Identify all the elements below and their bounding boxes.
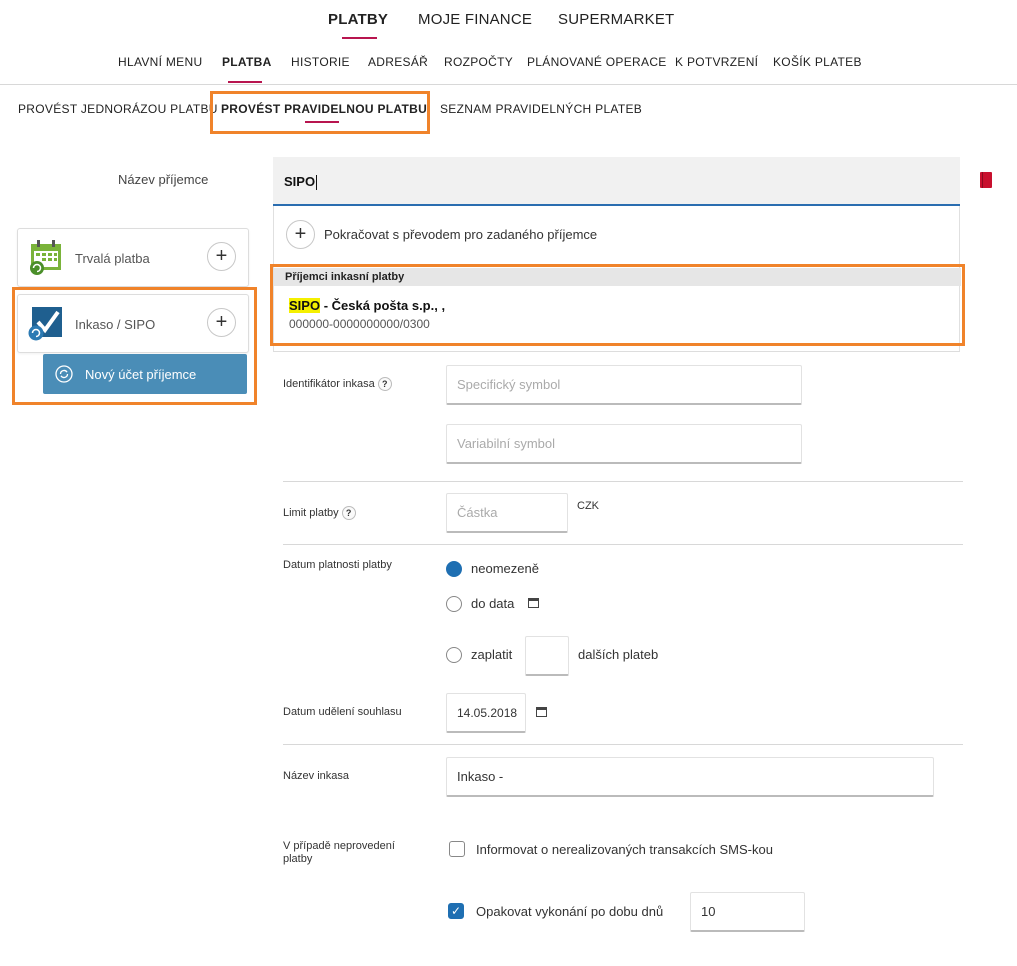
- divider: [283, 544, 963, 545]
- calendar-icon[interactable]: [536, 707, 547, 717]
- top-nav-moje-finance[interactable]: MOJE FINANCE: [418, 11, 532, 28]
- amount-input[interactable]: Částka: [446, 493, 568, 533]
- limit-label-text: Limit platby: [283, 506, 339, 519]
- limit-label: Limit platby?: [283, 506, 356, 520]
- sub-nav-rozpocty[interactable]: ROZPOČTY: [444, 55, 513, 69]
- tab-one-time-payment[interactable]: PROVÉST JEDNORÁZOU PLATBU: [18, 102, 218, 116]
- sub-nav-kosik-plateb[interactable]: KOŠÍK PLATEB: [773, 55, 862, 69]
- top-nav-platby[interactable]: PLATBY: [328, 11, 388, 28]
- currency-label: CZK: [577, 500, 599, 512]
- plus-icon[interactable]: +: [207, 242, 236, 271]
- repeat-checkbox[interactable]: ✓: [448, 903, 464, 919]
- sms-checkbox[interactable]: [449, 841, 465, 857]
- calendar-icon: [30, 240, 61, 275]
- divider: [283, 481, 963, 482]
- top-nav: PLATBY MOJE FINANCE SUPERMARKET: [0, 0, 1017, 42]
- text-caret: [316, 175, 318, 191]
- identifier-label-text: Identifikátor inkasa: [283, 377, 375, 390]
- variable-symbol-input[interactable]: Variabilní symbol: [446, 424, 802, 464]
- sms-checkbox-label: Informovat o nerealizovaných transakcích…: [476, 842, 773, 857]
- failure-label: V případě neprovedení platby: [283, 840, 395, 865]
- standing-order-label: Trvalá platba: [75, 251, 150, 266]
- radio-until-date[interactable]: [446, 596, 462, 612]
- recipient-input[interactable]: SIPO: [273, 157, 960, 206]
- radio-pay-count-label: zaplatit: [471, 647, 513, 662]
- calendar-icon[interactable]: [528, 598, 539, 608]
- tab-regular-payments-list[interactable]: SEZNAM PRAVIDELNÝCH PLATEB: [440, 102, 642, 116]
- sub-nav-historie[interactable]: HISTORIE: [291, 55, 350, 69]
- plus-icon[interactable]: +: [286, 220, 315, 249]
- consent-date-label: Datum udělení souhlasu: [283, 706, 402, 718]
- help-icon[interactable]: ?: [341, 506, 356, 520]
- highlight-box-tab: [210, 91, 430, 134]
- sub-nav-hlavni-menu[interactable]: HLAVNÍ MENU: [118, 55, 202, 69]
- sub-nav-platba[interactable]: PLATBA: [222, 55, 272, 69]
- sub-nav-planovane-operace[interactable]: PLÁNOVANÉ OPERACE: [527, 55, 667, 69]
- sub-nav-adresar[interactable]: ADRESÁŘ: [368, 55, 428, 69]
- top-nav-active-indicator: [342, 37, 377, 39]
- payment-count-input[interactable]: [525, 636, 569, 676]
- payment-type-standing-order[interactable]: Trvalá platba +: [17, 228, 249, 287]
- nav-divider: [0, 84, 1017, 85]
- help-icon[interactable]: ?: [377, 377, 392, 391]
- repeat-checkbox-label: Opakovat vykonání po dobu dnů: [476, 904, 664, 919]
- specific-symbol-input[interactable]: Specifický symbol: [446, 365, 802, 405]
- recipient-label: Název příjemce: [118, 172, 209, 187]
- radio-unlimited-label: neomezeně: [471, 561, 539, 576]
- debit-name-input[interactable]: Inkaso -: [446, 757, 934, 797]
- sub-nav-active-indicator: [228, 81, 262, 83]
- radio-unlimited[interactable]: [446, 561, 462, 577]
- validity-label: Datum platnosti platby: [283, 559, 392, 571]
- radio-until-date-label: do data: [471, 596, 515, 611]
- radio-pay-count[interactable]: [446, 647, 462, 663]
- top-nav-supermarket[interactable]: SUPERMARKET: [558, 11, 674, 28]
- debit-name-label: Název inkasa: [283, 770, 350, 782]
- continue-with-recipient-option[interactable]: Pokračovat s převodem pro zadaného příje…: [324, 227, 597, 242]
- identifier-label: Identifikátor inkasa?: [283, 377, 392, 391]
- payment-count-suffix: dalších plateb: [578, 647, 659, 662]
- divider: [283, 744, 963, 745]
- repeat-days-input[interactable]: 10: [690, 892, 805, 932]
- highlight-box-direct-debit: [12, 287, 257, 405]
- consent-date-input[interactable]: 14.05.2018: [446, 693, 526, 733]
- recipient-input-value: SIPO: [284, 174, 316, 189]
- highlight-box-result: [270, 264, 965, 346]
- sub-nav-k-potvrzeni[interactable]: K POTVRZENÍ: [675, 55, 758, 69]
- address-book-icon[interactable]: [980, 172, 992, 188]
